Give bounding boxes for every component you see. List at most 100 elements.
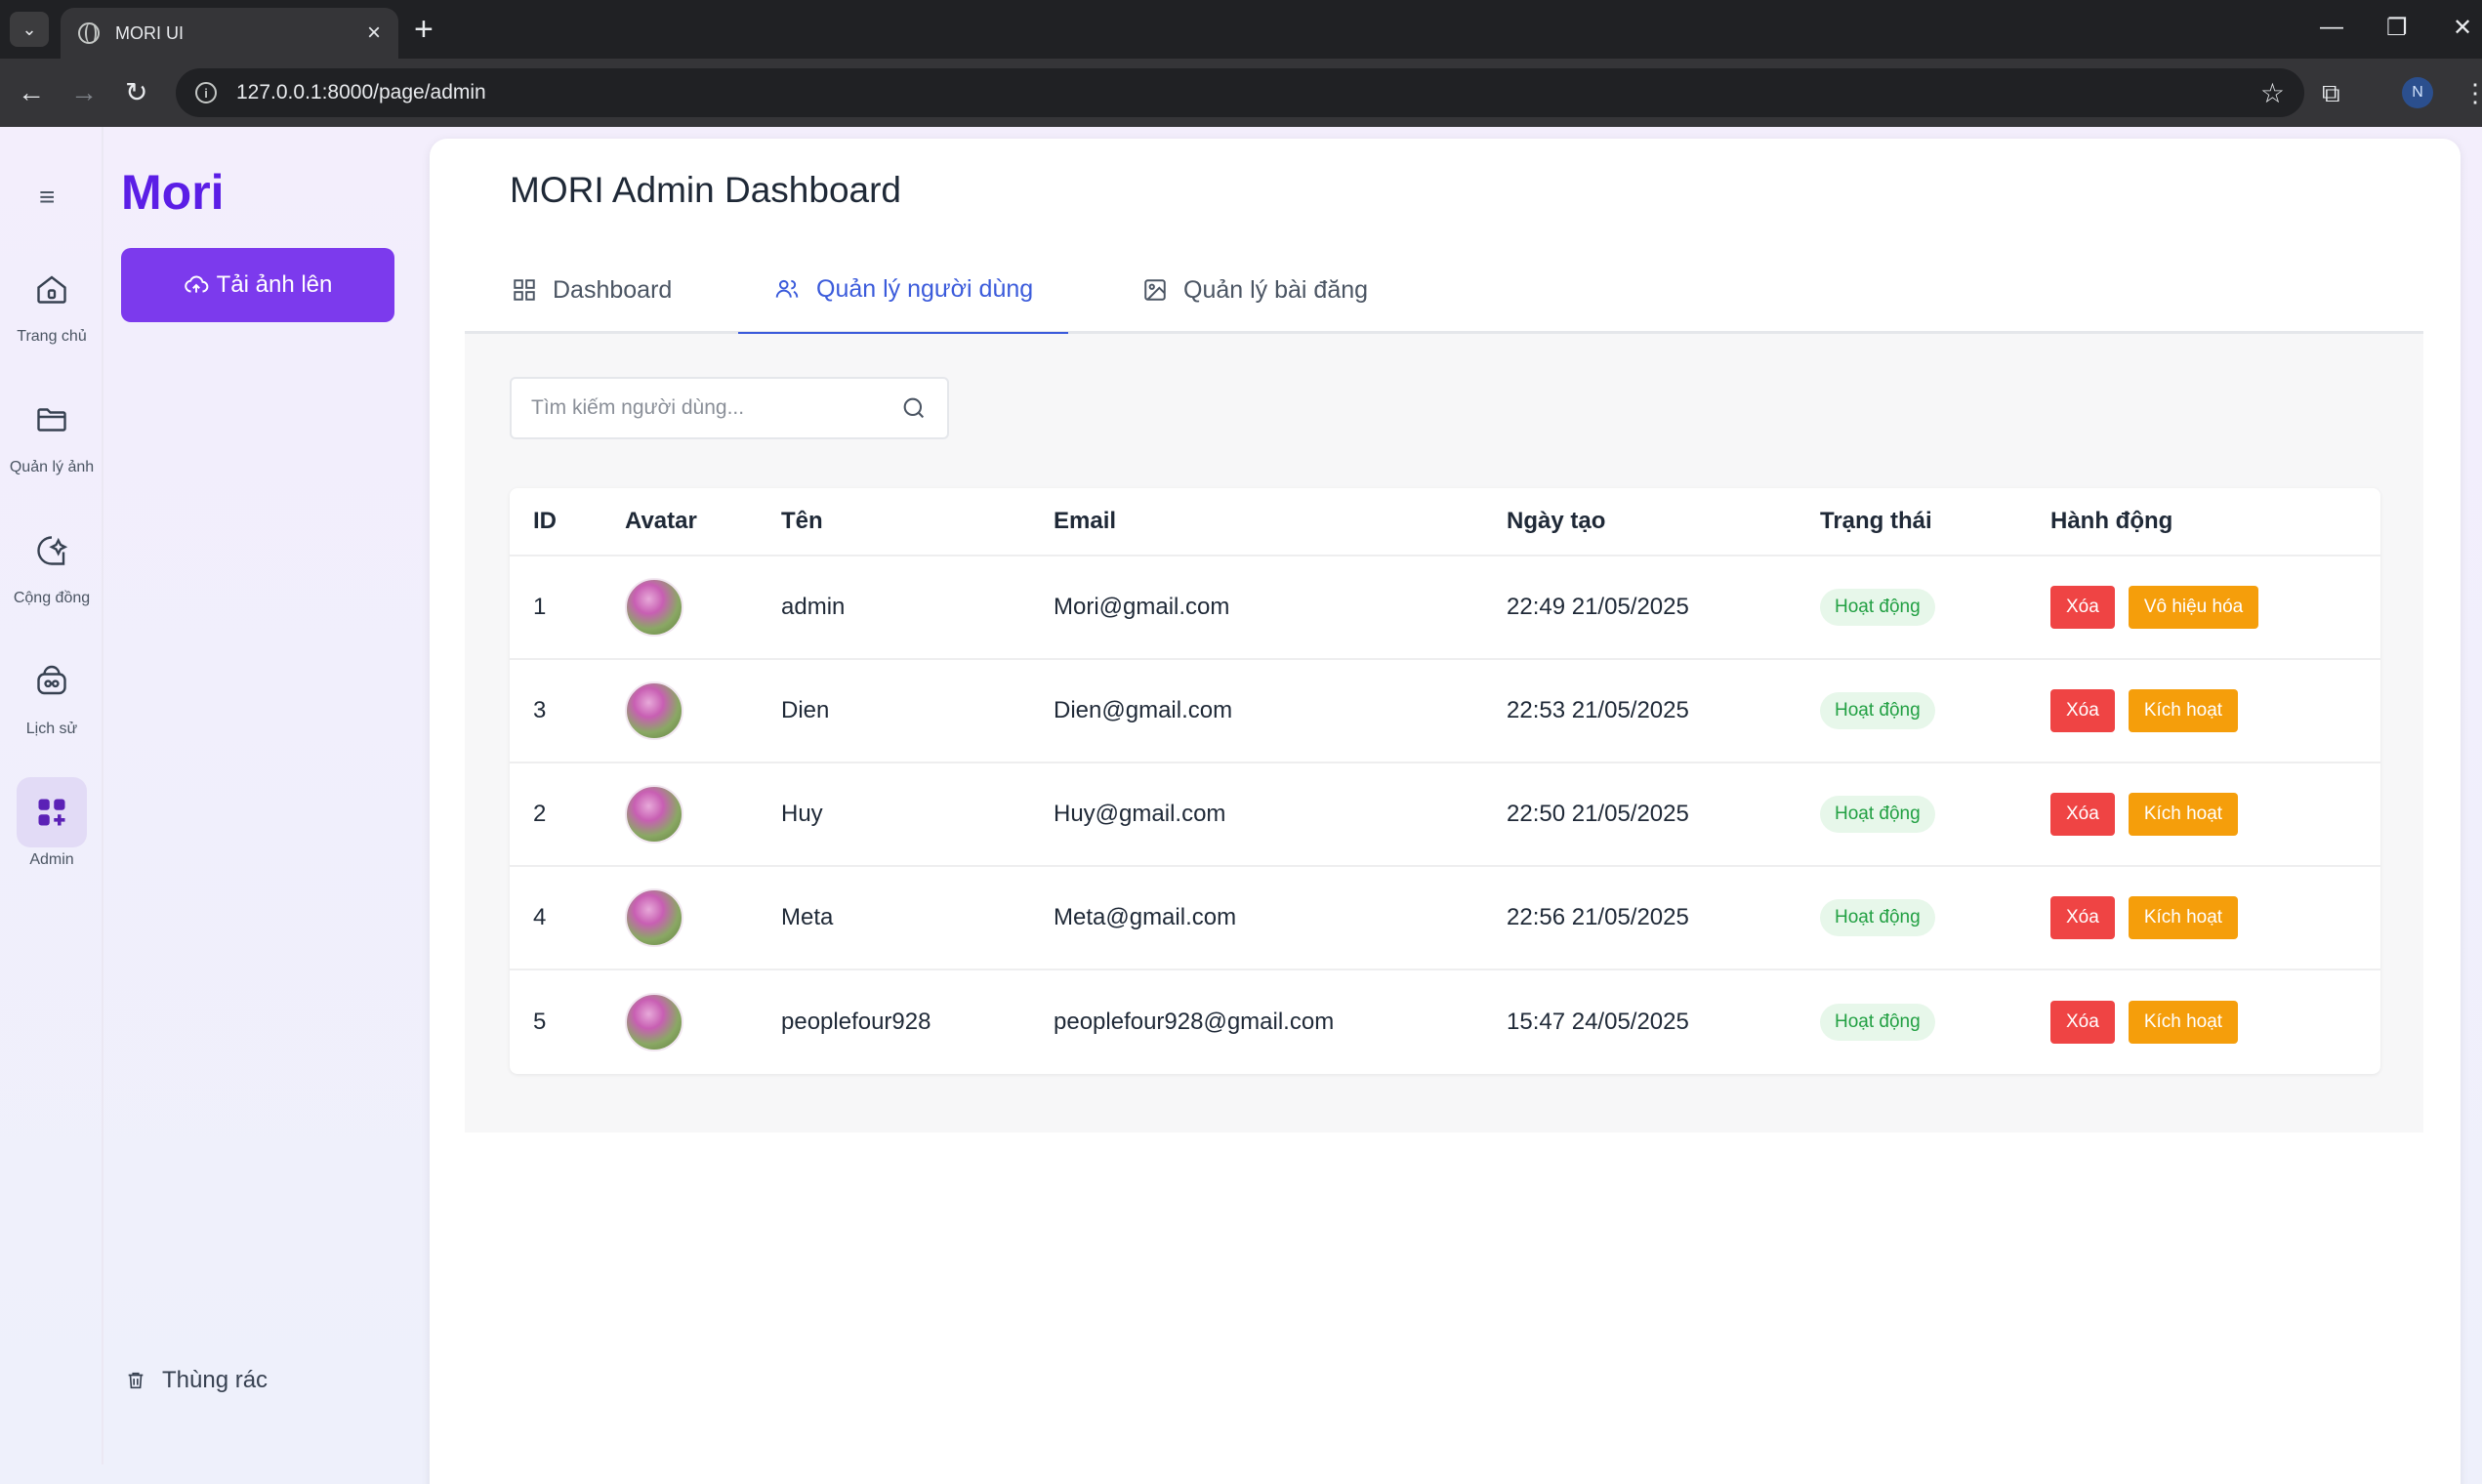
user-management-content: Tìm kiếm người dùng... ID Avatar Tên Ema… — [465, 334, 2423, 1133]
header-name: Tên — [781, 508, 823, 534]
activate-button[interactable]: Kích hoạt — [2128, 793, 2239, 836]
user-name: Huy — [781, 801, 823, 827]
avatar-cell — [625, 660, 683, 762]
rail-item-admin[interactable]: Admin — [0, 777, 103, 869]
tab-label: Quản lý bài đăng — [1183, 275, 1369, 304]
new-tab-button[interactable]: + — [414, 10, 434, 49]
delete-button[interactable]: Xóa — [2050, 586, 2115, 629]
user-id: 2 — [533, 801, 547, 827]
delete-button[interactable]: Xóa — [2050, 896, 2115, 939]
user-search-input[interactable]: Tìm kiếm người dùng... — [510, 377, 949, 439]
close-window-icon[interactable]: ✕ — [2453, 14, 2472, 42]
tab-post-management[interactable]: Quản lý bài đăng — [1142, 246, 1368, 334]
rail-item-community[interactable]: Cộng đồng — [0, 515, 103, 607]
grid-icon — [514, 279, 535, 301]
user-created: 22:49 21/05/2025 — [1507, 594, 1689, 620]
tab-user-management[interactable]: Quản lý người dùng — [738, 246, 1069, 336]
header-status: Trạng thái — [1820, 508, 1932, 534]
history-icon — [17, 646, 87, 717]
tab-label: Quản lý người dùng — [816, 274, 1034, 303]
trash-link[interactable]: Thùng rác — [125, 1367, 268, 1394]
tab-title: MORI UI — [115, 22, 184, 43]
delete-button[interactable]: Xóa — [2050, 1001, 2115, 1044]
restore-icon[interactable]: ❐ — [2386, 14, 2408, 42]
rail-label: Lịch sử — [25, 721, 78, 737]
rail-item-home[interactable]: Trang chủ — [0, 254, 103, 346]
sidebar: Mori Tải ảnh lên Thùng rác — [103, 127, 426, 1484]
browser-tab-strip: ⌄ MORI UI × + — ❐ ✕ — [0, 0, 2482, 59]
user-email: Huy@gmail.com — [1054, 801, 1226, 827]
upload-image-button[interactable]: Tải ảnh lên — [121, 248, 394, 322]
profile-avatar[interactable]: N — [2402, 77, 2433, 108]
site-info-icon[interactable]: i — [195, 82, 217, 103]
status-cell: Hoạt động — [1820, 970, 1935, 1074]
status-badge: Hoạt động — [1820, 796, 1935, 833]
delete-button[interactable]: Xóa — [2050, 689, 2115, 732]
brand-logo[interactable]: Mori — [121, 164, 225, 221]
community-icon — [17, 515, 87, 586]
activate-button[interactable]: Kích hoạt — [2128, 1001, 2239, 1044]
actions-cell: Xóa Kích hoạt — [2050, 660, 2252, 762]
actions-cell: Xóa Vô hiệu hóa — [2050, 556, 2272, 658]
avatar-cell — [625, 556, 683, 658]
activate-button[interactable]: Kích hoạt — [2128, 896, 2239, 939]
folder-icon — [17, 385, 87, 455]
rail-label: Cộng đồng — [13, 590, 91, 606]
rail-item-history[interactable]: Lịch sử — [0, 646, 103, 738]
search-placeholder: Tìm kiếm người dùng... — [531, 396, 745, 419]
activate-button[interactable]: Kích hoạt — [2128, 689, 2239, 732]
image-icon — [1144, 279, 1166, 301]
table-row: 1 admin Mori@gmail.com 22:49 21/05/2025 … — [510, 556, 2380, 660]
close-tab-icon[interactable]: × — [367, 20, 381, 47]
tab-search-button[interactable]: ⌄ — [10, 12, 49, 47]
reload-icon[interactable]: ↻ — [125, 76, 147, 109]
admin-grid-icon — [17, 777, 87, 847]
user-created: 15:47 24/05/2025 — [1507, 1009, 1689, 1035]
tab-dashboard[interactable]: Dashboard — [512, 246, 672, 334]
table-row: 2 Huy Huy@gmail.com 22:50 21/05/2025 Hoạ… — [510, 763, 2380, 867]
status-badge: Hoạt động — [1820, 899, 1935, 936]
menu-kebab-icon[interactable]: ⋮ — [2462, 78, 2482, 108]
admin-tabs: Dashboard Quản lý người dùng Quản lý bài… — [465, 246, 2423, 336]
user-email: Mori@gmail.com — [1054, 594, 1230, 620]
bookmark-star-icon[interactable]: ☆ — [2260, 77, 2285, 109]
address-bar[interactable]: i 127.0.0.1:8000/page/admin ☆ — [176, 68, 2304, 117]
table-row: 5 peoplefour928 peoplefour928@gmail.com … — [510, 970, 2380, 1074]
avatar — [625, 681, 683, 740]
extensions-icon[interactable]: ⧉ — [2322, 78, 2340, 109]
hamburger-menu-icon[interactable]: ≡ — [39, 182, 55, 213]
upload-label: Tải ảnh lên — [216, 271, 333, 298]
user-id: 1 — [533, 594, 547, 620]
user-created: 22:56 21/05/2025 — [1507, 904, 1689, 930]
browser-tab[interactable]: MORI UI × — [61, 8, 398, 59]
user-id: 3 — [533, 697, 547, 723]
user-email: peoplefour928@gmail.com — [1054, 1009, 1335, 1035]
search-icon[interactable] — [900, 394, 928, 422]
user-name: Dien — [781, 697, 830, 723]
icon-rail: ≡ Trang chủ Quản lý ảnh Cộng đồng Lịch s… — [0, 127, 103, 1464]
actions-cell: Xóa Kích hoạt — [2050, 867, 2252, 969]
trash-label: Thùng rác — [162, 1367, 269, 1393]
rail-item-images[interactable]: Quản lý ảnh — [0, 385, 103, 476]
table-row: 3 Dien Dien@gmail.com 22:53 21/05/2025 H… — [510, 660, 2380, 763]
url-text[interactable]: 127.0.0.1:8000/page/admin — [236, 81, 2260, 104]
header-email: Email — [1054, 508, 1117, 534]
user-created: 22:53 21/05/2025 — [1507, 697, 1689, 723]
minimize-icon[interactable]: — — [2320, 14, 2343, 41]
users-table: ID Avatar Tên Email Ngày tạo Trạng thái … — [510, 488, 2380, 1074]
rail-label: Trang chủ — [17, 328, 87, 345]
avatar — [625, 785, 683, 844]
page-title: MORI Admin Dashboard — [510, 170, 902, 210]
user-name: peoplefour928 — [781, 1009, 931, 1035]
main-panel: MORI Admin Dashboard Dashboard Quản lý n… — [430, 139, 2461, 1484]
back-icon[interactable]: ← — [18, 76, 45, 109]
avatar — [625, 578, 683, 637]
rail-label: Admin — [29, 851, 74, 868]
user-id: 4 — [533, 904, 547, 930]
browser-toolbar: ← → ↻ i 127.0.0.1:8000/page/admin ☆ ⧉ N … — [0, 59, 2482, 127]
status-cell: Hoạt động — [1820, 556, 1935, 658]
forward-icon[interactable]: → — [70, 76, 98, 109]
delete-button[interactable]: Xóa — [2050, 793, 2115, 836]
disable-button[interactable]: Vô hiệu hóa — [2128, 586, 2259, 629]
trash-icon — [128, 1372, 144, 1389]
